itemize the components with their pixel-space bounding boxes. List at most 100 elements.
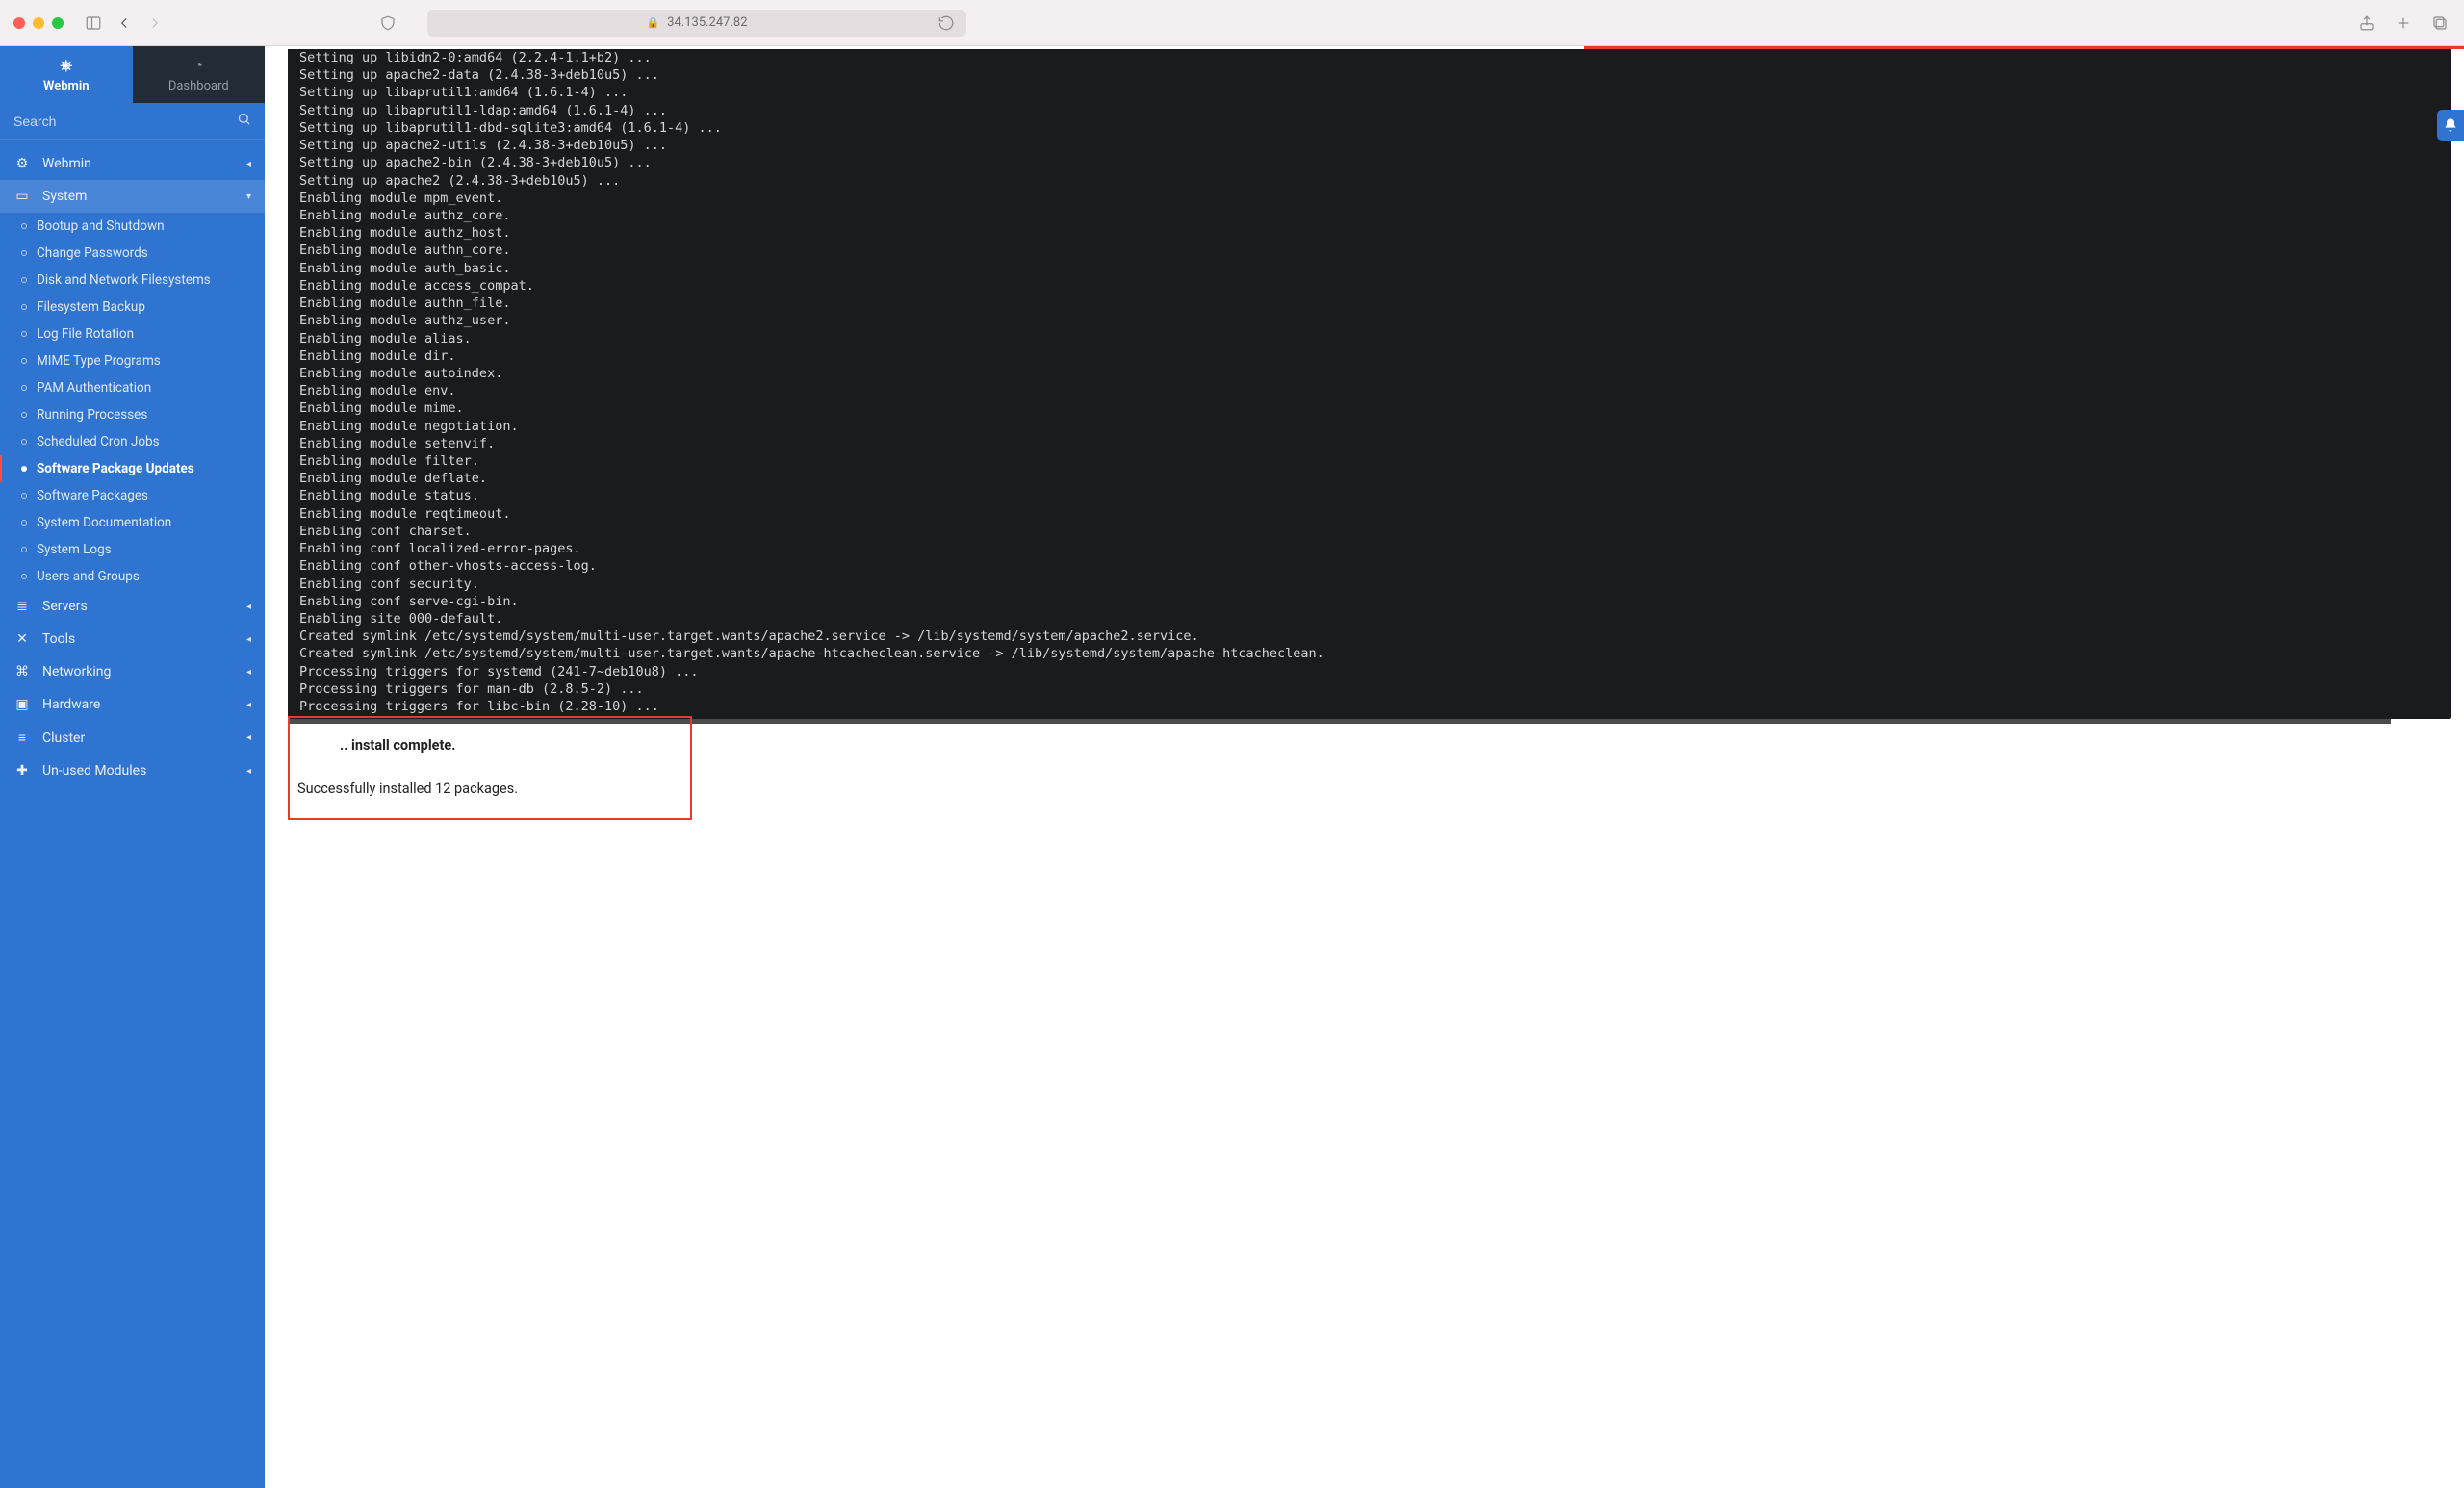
sidebar-item-label: MIME Type Programs xyxy=(37,353,161,369)
menu-category-label: Tools xyxy=(42,631,75,647)
chevron-left-icon: ◂ xyxy=(246,667,251,678)
menu-category-networking[interactable]: ⌘ Networking ◂ xyxy=(0,655,265,688)
tab-webmin-label: Webmin xyxy=(43,79,89,93)
bullet-icon xyxy=(21,520,27,526)
sidebar-item-system-documentation[interactable]: System Documentation xyxy=(0,509,265,536)
forward-button[interactable] xyxy=(144,13,166,34)
sidebar-item-scheduled-cron-jobs[interactable]: Scheduled Cron Jobs xyxy=(0,428,265,455)
bullet-icon xyxy=(21,493,27,499)
tab-dashboard-label: Dashboard xyxy=(168,79,229,93)
sidebar-tabs: ⎈ Webmin ◔ Dashboard xyxy=(0,46,265,103)
bullet-icon xyxy=(21,304,27,310)
sidebar-item-label: Scheduled Cron Jobs xyxy=(37,434,160,449)
sidebar-item-label: PAM Authentication xyxy=(37,380,151,396)
back-button[interactable] xyxy=(114,13,135,34)
sidebar-item-label: Users and Groups xyxy=(37,569,140,584)
sidebar-item-label: Disk and Network Filesystems xyxy=(37,272,211,288)
chevron-left-icon: ◂ xyxy=(246,634,251,645)
chevron-left-icon: ◂ xyxy=(246,732,251,743)
browser-chrome: 🔒 34.135.247.82 xyxy=(0,0,2464,46)
bullet-icon xyxy=(21,223,27,229)
sidebar-item-mime-type-programs[interactable]: MIME Type Programs xyxy=(0,347,265,374)
hardware-icon: ▣ xyxy=(13,697,31,712)
menu-category-label: Networking xyxy=(42,664,111,680)
sidebar-item-label: System Documentation xyxy=(37,515,171,530)
window-controls xyxy=(13,17,64,29)
sidebar-item-change-passwords[interactable]: Change Passwords xyxy=(0,240,265,267)
bullet-icon xyxy=(21,547,27,552)
unused-icon: ✚ xyxy=(13,763,31,779)
main-content: Setting up libidn2-0:amd64 (2.2.4-1.1+b2… xyxy=(265,46,2464,1488)
sidebar-item-label: Running Processes xyxy=(37,407,147,423)
zoom-window-button[interactable] xyxy=(52,17,64,29)
reload-icon[interactable] xyxy=(936,13,957,34)
sidebar-item-label: Software Package Updates xyxy=(37,461,194,476)
networking-icon: ⌘ xyxy=(13,664,31,680)
sidebar-item-users-and-groups[interactable]: Users and Groups xyxy=(0,563,265,590)
new-tab-icon[interactable] xyxy=(2393,13,2414,34)
bullet-icon xyxy=(21,358,27,364)
menu-category-hardware[interactable]: ▣ Hardware ◂ xyxy=(0,688,265,721)
bullet-icon xyxy=(21,439,27,445)
sidebar-search[interactable] xyxy=(0,103,265,140)
bullet-icon xyxy=(21,277,27,283)
sidebar-item-filesystem-backup[interactable]: Filesystem Backup xyxy=(0,294,265,321)
bullet-icon xyxy=(21,574,27,579)
sidebar-item-label: System Logs xyxy=(37,542,112,557)
install-status-block: .. install complete. Successfully instal… xyxy=(288,728,692,820)
share-icon[interactable] xyxy=(2356,13,2377,34)
address-bar[interactable]: 🔒 34.135.247.82 xyxy=(427,10,966,37)
submenu-system: Bootup and Shutdown Change Passwords Disk … xyxy=(0,213,265,590)
sidebar-item-disk-and-network-filesystems[interactable]: Disk and Network Filesystems xyxy=(0,267,265,294)
terminal-scrollbar[interactable] xyxy=(288,719,2391,724)
minimize-window-button[interactable] xyxy=(33,17,44,29)
sidebar-item-log-file-rotation[interactable]: Log File Rotation xyxy=(0,321,265,347)
sidebar-item-label: Bootup and Shutdown xyxy=(37,218,165,234)
menu-category-servers[interactable]: ≣Servers◂ xyxy=(0,590,265,623)
sidebar-item-running-processes[interactable]: Running Processes xyxy=(0,401,265,428)
menu-category-label: Hardware xyxy=(42,697,100,712)
menu-category-tools[interactable]: ✕Tools◂ xyxy=(0,623,265,655)
bullet-icon xyxy=(21,250,27,256)
chevron-left-icon: ◂ xyxy=(246,700,251,710)
bullet-icon xyxy=(21,412,27,418)
bullet-icon xyxy=(21,385,27,391)
menu-category-system[interactable]: ▭ System ▾ xyxy=(0,180,265,213)
menu-category-label: Webmin xyxy=(42,156,91,171)
sidebar-toggle-icon[interactable] xyxy=(83,13,104,34)
menu-category-label: Servers xyxy=(42,599,88,614)
bullet-icon xyxy=(21,331,27,337)
search-input[interactable] xyxy=(13,114,237,129)
chevron-left-icon: ◂ xyxy=(246,602,251,612)
close-window-button[interactable] xyxy=(13,17,25,29)
chevron-left-icon: ◂ xyxy=(246,159,251,169)
menu-category-unused[interactable]: ✚Un-used Modules◂ xyxy=(0,755,265,787)
sidebar: ⎈ Webmin ◔ Dashboard ⚙Webmin◂▭System▾Boo… xyxy=(0,46,265,1488)
tabs-overview-icon[interactable] xyxy=(2429,13,2451,34)
sidebar-item-software-packages[interactable]: Software Packages xyxy=(0,482,265,509)
install-success-text: Successfully installed 12 packages. xyxy=(297,781,654,797)
sidebar-item-bootup-and-shutdown[interactable]: Bootup and Shutdown xyxy=(0,213,265,240)
highlight-box xyxy=(288,716,692,820)
terminal-output: Setting up libidn2-0:amd64 (2.2.4-1.1+b2… xyxy=(288,49,2451,719)
shield-icon[interactable] xyxy=(377,13,398,34)
progress-indicator xyxy=(1584,46,2464,49)
sidebar-item-pam-authentication[interactable]: PAM Authentication xyxy=(0,374,265,401)
cluster-icon: ≡ xyxy=(13,730,31,746)
menu-category-webmin[interactable]: ⚙Webmin◂ xyxy=(0,147,265,180)
chevron-down-icon: ▾ xyxy=(246,192,251,202)
sidebar-item-label: Filesystem Backup xyxy=(37,299,145,315)
install-complete-text: .. install complete. xyxy=(340,737,455,754)
notifications-button[interactable] xyxy=(2437,110,2464,141)
tab-webmin[interactable]: ⎈ Webmin xyxy=(0,46,133,103)
chevron-left-icon: ◂ xyxy=(246,766,251,777)
search-icon[interactable] xyxy=(237,112,251,130)
system-icon: ▭ xyxy=(13,189,31,204)
bullet-icon xyxy=(21,466,27,472)
sidebar-item-system-logs[interactable]: System Logs xyxy=(0,536,265,563)
tab-dashboard[interactable]: ◔ Dashboard xyxy=(133,46,266,103)
menu-category-label: System xyxy=(42,189,87,204)
menu-category-cluster[interactable]: ≡Cluster◂ xyxy=(0,721,265,755)
sidebar-menu: ⚙Webmin◂▭System▾Bootup and ShutdownChang… xyxy=(0,140,265,1488)
sidebar-item-software-package-updates[interactable]: Software Package Updates xyxy=(0,455,265,482)
